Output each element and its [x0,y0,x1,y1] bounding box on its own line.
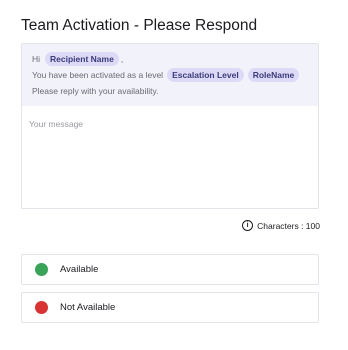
character-counter: i Characters : 100 [242,220,320,231]
template-line-greeting: Hi Recipient Name , [32,51,308,67]
message-template: Hi Recipient Name , You have been activa… [22,44,318,106]
available-option[interactable]: Available [21,254,319,285]
message-composer[interactable]: Hi Recipient Name , You have been activa… [21,43,319,209]
character-count-label: Characters : 100 [257,220,320,231]
red-dot-icon [35,301,48,314]
comma-text: , [120,54,124,64]
role-name-chip: RoleName [247,68,300,82]
escalation-level-chip: Escalation Level [167,68,244,82]
available-label: Available [60,264,99,275]
reply-text: Please reply with your availability. [32,86,159,96]
template-line-activated: You have been activated as a level Escal… [32,67,308,83]
not-available-option[interactable]: Not Available [21,292,319,323]
page-title: Team Activation - Please Respond [21,17,258,34]
info-icon: i [242,220,254,231]
recipient-name-chip: Recipient Name [45,52,119,66]
activated-text: You have been activated as a level [32,70,164,80]
template-line-reply: Please reply with your availability. [32,83,308,99]
green-dot-icon [35,263,48,276]
message-placeholder[interactable]: Your message [29,119,83,129]
greeting-text: Hi [32,54,41,64]
not-available-label: Not Available [60,302,116,313]
